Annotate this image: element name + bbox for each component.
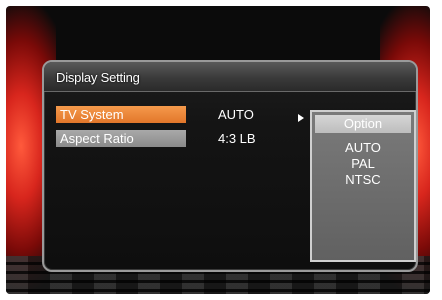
tv-system-value: AUTO	[218, 107, 254, 122]
tv-screen: Display Setting TV System AUTO Aspect Ra…	[6, 6, 430, 294]
photo-frame: Display Setting TV System AUTO Aspect Ra…	[0, 0, 442, 300]
display-setting-dialog: Display Setting TV System AUTO Aspect Ra…	[42, 60, 418, 272]
aspect-ratio-value: 4:3 LB	[218, 131, 256, 146]
option-panel-header: Option	[315, 115, 411, 133]
dialog-title: Display Setting	[56, 70, 140, 85]
option-item-ntsc[interactable]: NTSC	[312, 172, 414, 188]
menu-item-tv-system[interactable]: TV System	[56, 106, 186, 123]
option-item-pal[interactable]: PAL	[312, 156, 414, 172]
option-item-auto[interactable]: AUTO	[312, 140, 414, 156]
dialog-header: Display Setting	[44, 62, 416, 92]
option-panel: Option AUTO PAL NTSC	[310, 110, 416, 262]
submenu-arrow-icon	[298, 114, 304, 122]
menu-item-aspect-ratio[interactable]: Aspect Ratio	[56, 130, 186, 147]
